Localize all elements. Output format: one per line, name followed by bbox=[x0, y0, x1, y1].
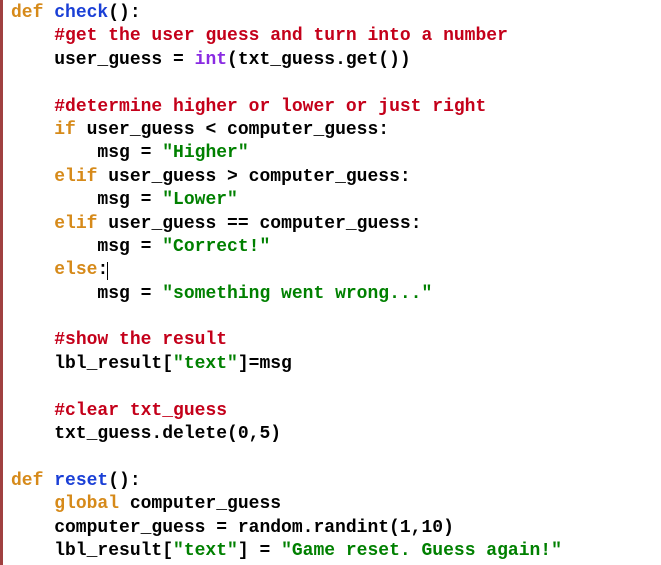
comment: #show the result bbox=[54, 330, 227, 350]
keyword-global: global bbox=[54, 494, 119, 514]
text-cursor bbox=[107, 262, 108, 280]
string-literal: "Lower" bbox=[162, 190, 238, 210]
code-line: msg = bbox=[11, 284, 162, 304]
code-line: user_guess < computer_guess: bbox=[76, 120, 389, 140]
keyword-def: def bbox=[11, 3, 43, 23]
comment: #determine higher or lower or just right bbox=[54, 97, 486, 117]
comment: #get the user guess and turn into a numb… bbox=[54, 26, 508, 46]
code-line: computer_guess = random.randint(1,10) bbox=[11, 518, 454, 538]
keyword-def: def bbox=[11, 471, 43, 491]
code-line: user_guess == computer_guess: bbox=[97, 214, 421, 234]
code-line: lbl_result[ bbox=[11, 541, 173, 561]
builtin-int: int bbox=[195, 50, 227, 70]
code-line: msg = bbox=[11, 143, 162, 163]
string-literal: "Game reset. Guess again!" bbox=[281, 541, 562, 561]
function-name: reset bbox=[54, 471, 108, 491]
code-line: user_guess = bbox=[11, 50, 195, 70]
code-line: msg = bbox=[11, 190, 162, 210]
string-literal: "Higher" bbox=[162, 143, 248, 163]
function-name: check bbox=[54, 3, 108, 23]
code-line: ] = bbox=[238, 541, 281, 561]
signature: (): bbox=[108, 3, 140, 23]
comment: #clear txt_guess bbox=[54, 401, 227, 421]
string-literal: "something went wrong..." bbox=[162, 284, 432, 304]
keyword-if: if bbox=[54, 120, 76, 140]
code-line: ]=msg bbox=[238, 354, 292, 374]
keyword-elif: elif bbox=[54, 167, 97, 187]
code-line: user_guess > computer_guess: bbox=[97, 167, 410, 187]
keyword-elif: elif bbox=[54, 214, 97, 234]
code-content: def check(): #get the user guess and tur… bbox=[11, 2, 661, 563]
string-literal: "text" bbox=[173, 354, 238, 374]
code-line: computer_guess bbox=[119, 494, 281, 514]
code-line: lbl_result[ bbox=[11, 354, 173, 374]
signature: (): bbox=[108, 471, 140, 491]
keyword-else: else bbox=[54, 260, 97, 280]
string-literal: "text" bbox=[173, 541, 238, 561]
code-line: msg = bbox=[11, 237, 162, 257]
code-line: txt_guess.delete(0,5) bbox=[11, 424, 281, 444]
string-literal: "Correct!" bbox=[162, 237, 270, 257]
code-block: def check(): #get the user guess and tur… bbox=[0, 0, 661, 565]
code-line: (txt_guess.get()) bbox=[227, 50, 411, 70]
